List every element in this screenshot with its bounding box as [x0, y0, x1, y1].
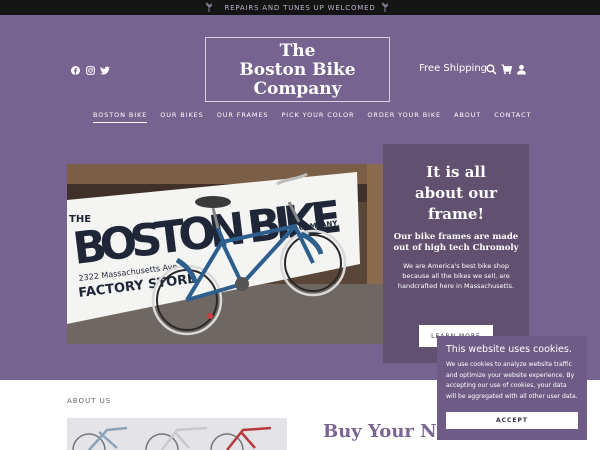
accept-cookies-button[interactable]: ACCEPT — [446, 412, 578, 429]
cookie-banner: This website uses cookies. We use cookie… — [437, 336, 587, 440]
hero-headline: It is all about our frame! — [414, 163, 498, 223]
leaf-icon — [206, 2, 212, 12]
instagram-icon[interactable] — [84, 64, 96, 76]
hero-panel: It is all about our frame! Our bike fram… — [383, 144, 529, 363]
announcement-bar: REPAIRS AND TUNES UP WELCOMED — [0, 0, 600, 15]
nav-item-our-frames[interactable]: OUR FRAMES — [217, 111, 269, 123]
twitter-icon[interactable] — [99, 64, 111, 76]
bikes-photo — [67, 418, 287, 450]
cookie-body: We use cookies to analyze website traffi… — [446, 361, 578, 400]
nav-item-about[interactable]: ABOUT — [454, 111, 481, 123]
user-icon[interactable] — [516, 64, 527, 75]
nav-item-order-your-bike[interactable]: ORDER YOUR BIKE — [367, 111, 441, 123]
nav-item-boston-bike[interactable]: BOSTON BIKE — [93, 111, 148, 123]
about-section-label: ABOUT US — [67, 397, 112, 405]
free-shipping-link[interactable]: Free Shipping — [419, 63, 487, 74]
nav-item-pick-your-color[interactable]: PICK YOUR COLOR — [281, 111, 354, 123]
nav-item-our-bikes[interactable]: OUR BIKES — [160, 111, 203, 123]
announcement-text: REPAIRS AND TUNES UP WELCOMED — [224, 3, 376, 12]
brand-line-3: Company — [253, 79, 342, 99]
cart-icon[interactable] — [501, 64, 512, 75]
search-icon[interactable] — [486, 64, 497, 75]
brand-line-2: Boston Bike — [239, 60, 356, 80]
hero-subheadline: Our bike frames are made out of high tec… — [393, 232, 519, 253]
hero-photo: THE BOSTON BIKE COMPANY 2322 Massachuset… — [67, 164, 383, 344]
nav-item-contact[interactable]: CONTACT — [494, 111, 531, 123]
hero-body: We are America's best bike shop because … — [397, 262, 515, 290]
facebook-icon[interactable] — [69, 64, 81, 76]
main-nav: BOSTON BIKE OUR BIKES OUR FRAMES PICK YO… — [93, 111, 544, 123]
brand-line-1: The — [279, 41, 316, 61]
cookie-title: This website uses cookies. — [446, 344, 572, 355]
brand-logo[interactable]: The Boston Bike Company — [205, 37, 390, 102]
leaf-icon — [382, 2, 388, 12]
